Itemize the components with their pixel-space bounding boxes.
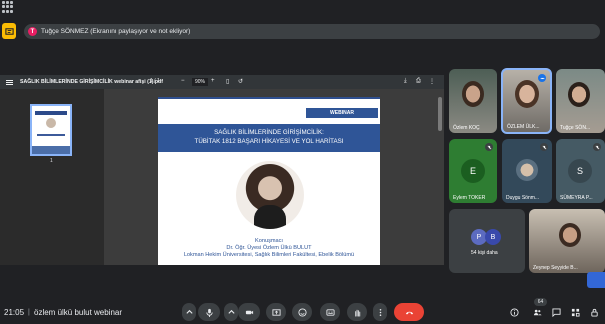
audio-options-button[interactable] xyxy=(182,303,196,321)
webinar-badge: WEBINAR xyxy=(306,108,378,118)
poster-title-line1: SAĞLIK BİLİMLERİNDE GİRİŞİMCİLİK: xyxy=(214,129,324,136)
meeting-info-button[interactable] xyxy=(508,306,521,319)
download-icon[interactable]: ⤓ xyxy=(404,78,407,85)
end-call-button[interactable] xyxy=(394,303,424,321)
participant-name: Eylem TOKER xyxy=(453,195,486,201)
participant-name: Tuğçe SÖN... xyxy=(560,125,591,131)
presenter-avatar: T xyxy=(28,27,37,36)
reactions-button[interactable] xyxy=(292,303,312,321)
captions-button[interactable] xyxy=(320,303,340,321)
participant-tile[interactable]: Duygu Sönm... xyxy=(502,139,552,203)
speaker-affiliation: Lokman Hekim Üniversitesi, Sağlık Biliml… xyxy=(183,252,355,258)
mic-off-icon xyxy=(593,143,601,151)
fit-page-icon[interactable]: ▯ xyxy=(226,78,229,85)
chevron-up-icon xyxy=(185,309,193,314)
zoom-level[interactable]: 90% xyxy=(192,78,208,86)
pdf-toolbar: SAĞLIK BİLİMLERİNDE GİRİŞİMCİLİK webinar… xyxy=(0,75,444,89)
microphone-icon xyxy=(205,308,213,317)
scrollbar[interactable] xyxy=(438,97,442,131)
divider: | xyxy=(28,309,30,316)
lock-person-icon xyxy=(591,308,598,317)
info-icon xyxy=(510,308,519,317)
print-icon[interactable]: ⎙ xyxy=(416,78,421,85)
apps-grid-icon[interactable] xyxy=(2,1,14,13)
speaker-name: Dr. Öğr. Üyesi Özlem Ülkü BULUT xyxy=(226,245,312,251)
thumbnail-number: 1 xyxy=(50,158,53,164)
participant-tile[interactable]: Zeynep Seyyide B... xyxy=(529,209,605,273)
activities-icon xyxy=(571,308,580,317)
people-button[interactable] xyxy=(531,306,544,319)
present-button[interactable] xyxy=(266,303,286,321)
participant-initial: E xyxy=(461,159,485,183)
menu-icon[interactable] xyxy=(6,79,13,85)
participant-tile[interactable]: Özlem KOÇ xyxy=(449,69,497,133)
hang-up-icon xyxy=(405,311,413,314)
more-vert-icon xyxy=(379,308,381,316)
present-screen-icon xyxy=(271,308,281,316)
emoji-icon xyxy=(297,307,307,317)
participant-name: Zeynep Seyyide B... xyxy=(533,265,578,271)
participant-name: Özlem KOÇ xyxy=(453,125,480,131)
page-indicator[interactable]: 1 / 1 xyxy=(150,78,160,84)
clock: 21:05 xyxy=(4,308,25,317)
speaker-role: Konuşmacı xyxy=(255,238,283,244)
video-options-button[interactable] xyxy=(224,303,238,321)
speaker-photo xyxy=(236,161,304,229)
sidebar-toggle[interactable] xyxy=(587,272,605,288)
pdf-file-title: SAĞLIK BİLİMLERİNDE GİRİŞİMCİLİK webinar… xyxy=(20,79,163,85)
camera-button[interactable] xyxy=(238,303,260,321)
screen-share-text: Tuğçe SÖNMEZ (Ekranını paylaşıyor ve not… xyxy=(41,28,191,35)
participant-initial: S xyxy=(568,159,592,183)
participant-name: SÜMEYRA P... xyxy=(560,195,593,201)
zoom-out-icon[interactable]: − xyxy=(181,78,185,84)
more-options-icon[interactable]: ⋮ xyxy=(429,78,435,85)
speaking-indicator-icon xyxy=(538,74,546,82)
participant-tile-speaking[interactable]: ÖZLEM ÜLK... xyxy=(501,68,552,134)
chat-icon xyxy=(552,308,561,317)
participant-tile[interactable]: Tuğçe SÖN... xyxy=(556,69,605,133)
poster-title: SAĞLIK BİLİMLERİNDE GİRİŞİMCİLİK: TÜBİTA… xyxy=(158,124,380,152)
more-options-button[interactable] xyxy=(373,303,387,321)
poster-title-line2: TÜBİTAK 1812 BAŞARI HİKAYESİ VE YOL HARİ… xyxy=(194,138,344,145)
people-icon xyxy=(533,309,542,316)
speaker-info: Konuşmacı Dr. Öğr. Üyesi Özlem Ülkü BULU… xyxy=(158,238,380,259)
hand-icon xyxy=(354,309,360,317)
zoom-in-icon[interactable]: + xyxy=(211,78,215,84)
page-thumbnail[interactable] xyxy=(30,104,72,156)
chevron-up-icon xyxy=(227,309,235,314)
page-header-stripe xyxy=(158,97,380,99)
participant-name: Duygu Sönm... xyxy=(506,195,540,201)
camera-icon xyxy=(245,310,253,314)
screen-share-banner: T Tuğçe SÖNMEZ (Ekranını paylaşıyor ve n… xyxy=(24,24,600,39)
participant-name: ÖZLEM ÜLK... xyxy=(507,124,540,130)
more-participants-label: 54 kişi daha xyxy=(471,250,498,256)
rotate-icon[interactable]: ↺ xyxy=(238,78,243,85)
mic-off-icon xyxy=(540,143,548,151)
microphone-button[interactable] xyxy=(198,303,220,321)
more-participants-tile[interactable]: P B 54 kişi daha xyxy=(449,209,525,273)
participant-tile[interactable]: E Eylem TOKER xyxy=(449,139,497,203)
participant-tile[interactable]: S SÜMEYRA P... xyxy=(556,139,605,203)
people-count-badge: 64 xyxy=(534,298,547,306)
participant-initial: B xyxy=(485,229,501,245)
presentation-icon[interactable] xyxy=(2,23,16,39)
participant-avatar xyxy=(516,159,538,181)
captions-icon xyxy=(325,308,335,316)
raise-hand-button[interactable] xyxy=(347,303,367,321)
mic-off-icon xyxy=(485,143,493,151)
activities-button[interactable] xyxy=(569,306,582,319)
host-controls-button[interactable] xyxy=(588,306,601,319)
meeting-name: özlem ülkü bulut webinar xyxy=(34,308,123,317)
chat-button[interactable] xyxy=(550,306,563,319)
